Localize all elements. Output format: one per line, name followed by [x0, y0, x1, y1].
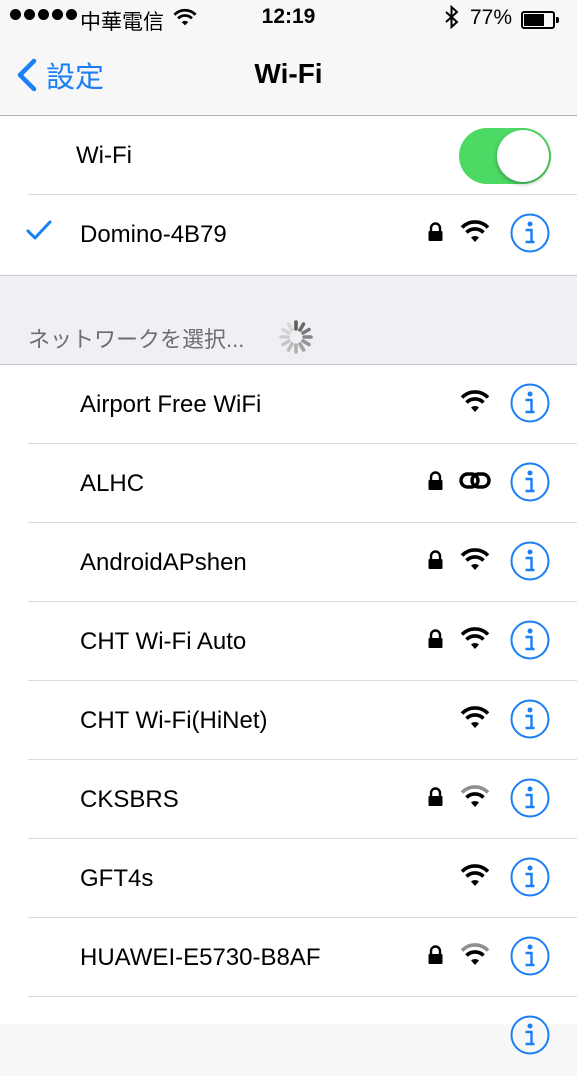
info-icon[interactable]: [510, 541, 550, 581]
info-icon[interactable]: [510, 778, 550, 818]
lock-icon: [428, 222, 443, 241]
battery-icon: [521, 11, 559, 29]
lock-icon: [428, 471, 443, 490]
loading-spinner-icon: [279, 320, 313, 354]
wifi-settings-group: Wi-Fi Domino-4B79: [0, 116, 577, 274]
personal-hotspot-link-icon: [459, 472, 491, 489]
network-name: HUAWEI-E5730-B8AF: [80, 943, 321, 971]
network-row[interactable]: CKSBRS: [0, 760, 577, 839]
wifi-toggle-row: Wi-Fi: [0, 116, 577, 195]
choose-network-label: ネットワークを選択...: [28, 327, 245, 352]
network-list: Airport Free WiFi ALHC AndroidAPshen CHT Wi…: [0, 365, 577, 1055]
info-icon[interactable]: [510, 383, 550, 423]
lock-icon: [428, 550, 443, 569]
info-icon[interactable]: [510, 936, 550, 976]
battery-fill: [524, 14, 544, 26]
wifi-signal-icon: [460, 627, 490, 649]
network-row[interactable]: CHT Wi-Fi Auto: [0, 602, 577, 681]
wifi-signal-icon: [460, 548, 490, 570]
wifi-toggle-switch[interactable]: [459, 128, 551, 184]
lock-icon: [428, 787, 443, 806]
network-name: CHT Wi-Fi Auto: [80, 627, 247, 655]
navigation-bar: 設定 Wi-Fi: [0, 38, 577, 116]
network-row[interactable]: CHT Wi-Fi(HiNet): [0, 681, 577, 760]
battery-percentage: 77%: [470, 6, 513, 29]
wifi-signal-icon: [460, 785, 490, 807]
network-name: Domino-4B79: [80, 220, 227, 248]
info-icon[interactable]: [510, 1015, 550, 1055]
wifi-signal-icon: [460, 864, 490, 886]
connected-network-row[interactable]: Domino-4B79: [0, 195, 577, 274]
network-name: AndroidAPshen: [80, 548, 247, 576]
toggle-knob: [497, 130, 549, 182]
network-name: CHT Wi-Fi(HiNet): [80, 706, 268, 734]
network-name: CKSBRS: [80, 785, 179, 813]
network-name: GFT4s: [80, 864, 154, 892]
page-title: Wi-Fi: [254, 58, 323, 89]
wifi-toggle-label: Wi-Fi: [76, 141, 132, 169]
network-row[interactable]: GFT4s: [0, 839, 577, 918]
network-row[interactable]: Airport Free WiFi: [0, 365, 577, 444]
networks-section-header: ネットワークを選択...: [0, 275, 577, 365]
info-icon[interactable]: [510, 699, 550, 739]
info-icon[interactable]: [510, 213, 550, 253]
lock-icon: [428, 629, 443, 648]
lock-icon: [428, 945, 443, 964]
info-icon[interactable]: [510, 620, 550, 660]
status-bar: 中華電信 12:19 77%: [0, 0, 577, 38]
info-icon[interactable]: [510, 857, 550, 897]
network-name: Airport Free WiFi: [80, 390, 262, 418]
info-icon[interactable]: [510, 462, 550, 502]
checkmark-icon: [26, 220, 52, 240]
network-row[interactable]: HUAWEI-E5730-B8AF: [0, 918, 577, 997]
network-row[interactable]: ALHC: [0, 444, 577, 523]
bluetooth-icon: [444, 4, 460, 35]
wifi-signal-icon: [460, 943, 490, 965]
network-name: ALHC: [80, 469, 145, 497]
wifi-signal-icon: [460, 390, 490, 412]
network-row[interactable]: AndroidAPshen: [0, 523, 577, 602]
wifi-signal-icon: [460, 220, 490, 242]
network-row-partial[interactable]: [0, 997, 577, 1076]
wifi-signal-icon: [460, 706, 490, 728]
